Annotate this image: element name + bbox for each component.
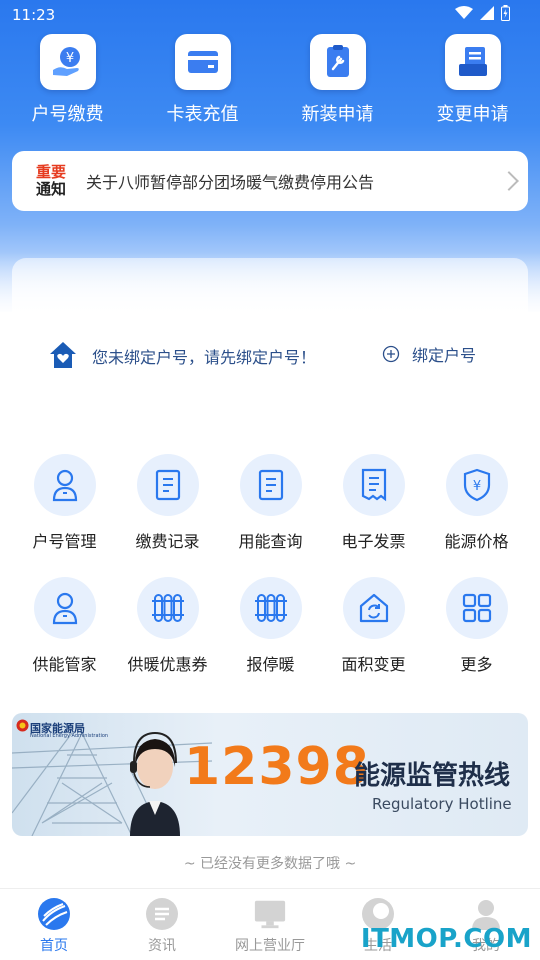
wifi-icon [455,6,473,19]
hotline-subtitle: Regulatory Hotline [372,795,512,813]
service-label: 供暖优惠券 [127,655,208,674]
user-icon [33,577,96,639]
notice-badge-line2: 通知 [35,180,66,198]
hotline-number: 12398 [184,737,370,797]
end-of-list-text: ~ 已经没有更多数据了哦 ~ [183,856,357,872]
notice-text: 关于八师暂停部分团场暖气缴费停用公告 [86,173,375,192]
quick-action-label: 卡表充值 [166,104,239,125]
monitor-icon [253,897,287,931]
service-label: 电子发票 [341,532,406,551]
battery-icon [501,5,510,21]
card-icon [174,34,231,90]
service-row: 供能管家 供暖优惠券 报停暖 面积变更 更多 [0,577,540,700]
grid-icon [445,577,508,639]
tab-label: 网上营业厅 [235,938,305,954]
svg-text:¥: ¥ [472,479,480,494]
quick-action-change[interactable]: 变更申请 [405,34,540,134]
home-logo-icon [37,897,71,931]
service-heating-coupon[interactable]: 供暖优惠券 [116,577,219,700]
wrench-doc-icon [309,34,366,90]
service-label: 能源价格 [444,532,509,551]
status-bar: 11:23 [0,0,540,30]
status-icons [455,5,510,21]
plus-circle-icon [382,345,400,363]
tab-label: 首页 [40,938,68,954]
bind-row: 您未绑定户号，请先绑定户号！ 绑定户号 [0,336,540,376]
quick-actions: ¥ 户号缴费 卡表充值 新装申请 变更申请 [0,34,540,134]
hotline-title: 能源监管热线 [354,761,511,791]
watermark: ITMOP.COM [360,924,532,954]
card-header [12,258,528,318]
service-more[interactable]: 更多 [425,577,528,700]
document-icon [136,454,199,516]
service-label: 户号管理 [32,532,97,551]
service-label: 缴费记录 [135,532,200,551]
service-label: 更多 [460,655,493,674]
quick-action-label: 户号缴费 [31,104,104,125]
service-energy-query[interactable]: 用能查询 [219,454,322,577]
quick-action-label: 新装申请 [301,104,374,125]
yuan-shield-icon: ¥ [445,454,508,516]
service-energy-price[interactable]: ¥ 能源价格 [425,454,528,577]
tab-home[interactable]: 首页 [0,889,108,960]
user-icon [33,454,96,516]
service-area-change[interactable]: 面积变更 [322,577,425,700]
yuan-hand-icon: ¥ [39,34,96,90]
service-e-invoice[interactable]: 电子发票 [322,454,425,577]
service-report-stop-heating[interactable]: 报停暖 [219,577,322,700]
service-payment-records[interactable]: 缴费记录 [116,454,219,577]
service-label: 面积变更 [341,655,406,674]
receipt-icon [342,454,405,516]
tab-news[interactable]: 资讯 [108,889,216,960]
service-energy-steward[interactable]: 供能管家 [13,577,116,700]
radiator-icon [136,577,199,639]
service-account-manage[interactable]: 户号管理 [13,454,116,577]
quick-action-recharge[interactable]: 卡表充值 [135,34,270,134]
service-row: 户号管理 缴费记录 用能查询 电子发票 ¥ 能源价格 [0,454,540,577]
quick-action-pay[interactable]: ¥ 户号缴费 [0,34,135,134]
banner-org-en: National Energy Administration [30,733,109,739]
quick-action-label: 变更申请 [436,104,509,125]
bind-message: 您未绑定户号，请先绑定户号！ [92,348,317,367]
house-refresh-icon [342,577,405,639]
chevron-right-icon [499,171,519,191]
status-time: 11:23 [12,6,56,24]
notice-bar[interactable]: 重要 通知 关于八师暂停部分团场暖气缴费停用公告 [12,151,528,211]
notice-badge: 重要 通知 [30,164,72,198]
radiator-icon [239,577,302,639]
svg-text:¥: ¥ [65,51,73,66]
service-label: 供能管家 [32,655,97,674]
change-doc-icon [444,34,501,90]
document-icon [239,454,302,516]
tab-online-hall[interactable]: 网上营业厅 [216,889,324,960]
home-heart-icon [48,340,78,374]
operator-avatar [130,731,180,836]
service-label: 报停暖 [246,655,295,674]
service-grid: 户号管理 缴费记录 用能查询 电子发票 ¥ 能源价格 供能管家 供暖优惠券 报停… [0,454,540,700]
signal-icon [480,6,494,20]
service-label: 用能查询 [238,532,303,551]
bind-account-button[interactable]: 绑定户号 [382,342,476,366]
hotline-banner[interactable]: 国家能源局 National Energy Administration 123… [12,713,528,836]
quick-action-new-install[interactable]: 新装申请 [270,34,405,134]
tab-label: 资讯 [148,938,176,954]
national-emblem-icon [16,719,29,732]
notice-badge-line1: 重要 [35,163,66,181]
bind-button-label: 绑定户号 [412,346,477,365]
news-icon [145,897,179,931]
